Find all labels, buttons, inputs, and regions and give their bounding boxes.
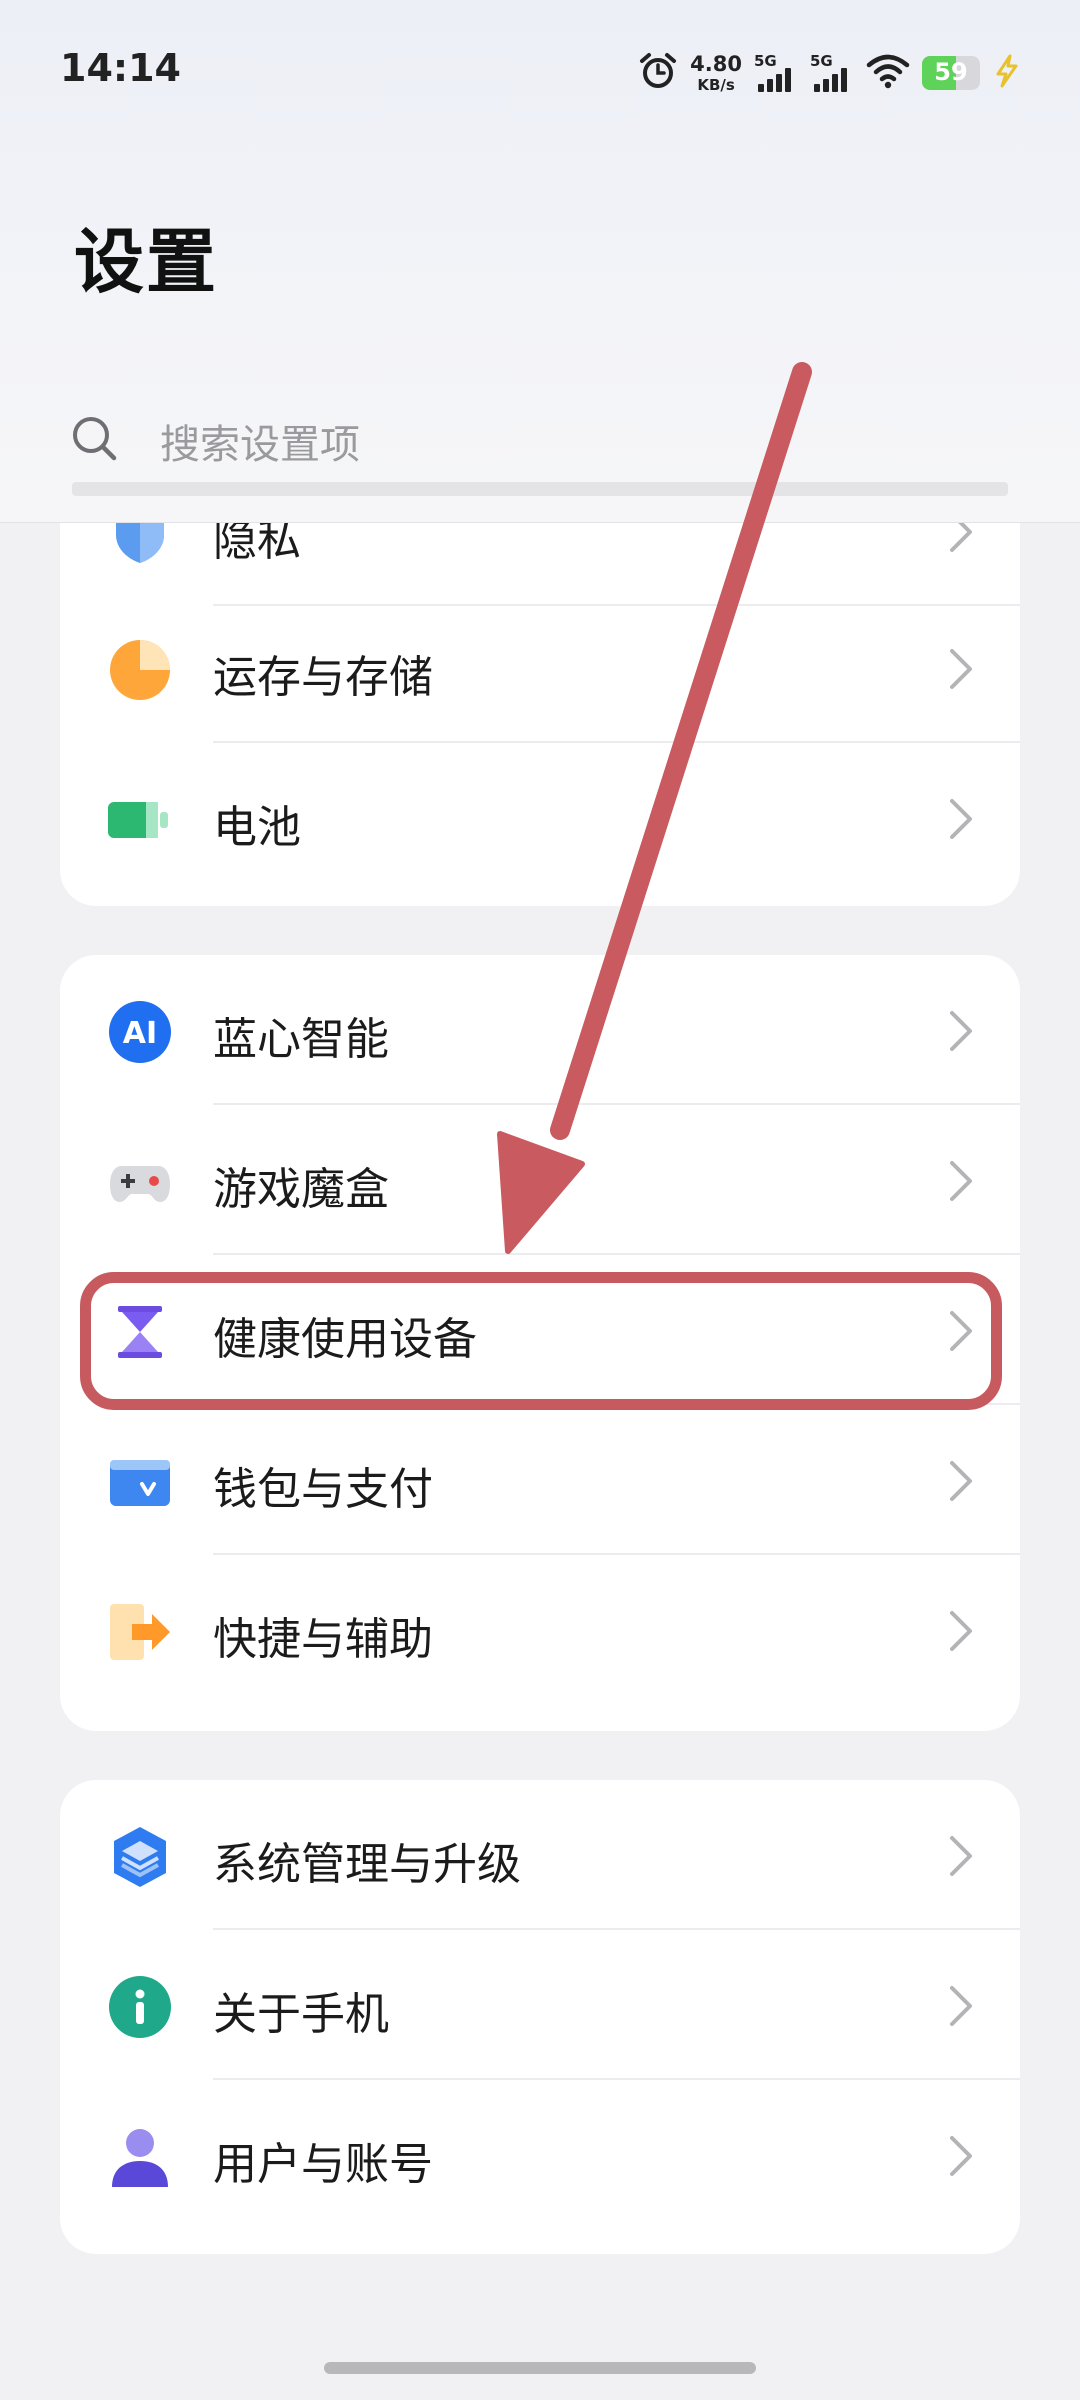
search-underline [72, 482, 1008, 496]
network-speed: 4.80 KB/s [690, 51, 742, 94]
user-icon [108, 2125, 172, 2189]
home-indicator[interactable] [324, 2362, 756, 2374]
status-icons: 4.80 KB/s 5G 5G 59 [638, 50, 1022, 96]
chevron-right-icon [950, 1011, 972, 1051]
highlight-box [80, 1272, 1002, 1410]
search-bar[interactable]: 搜索设置项 [70, 396, 1010, 486]
settings-item-label: 用户与账号 [213, 2139, 433, 2190]
settings-item-label: 快捷与辅助 [213, 1614, 433, 1665]
settings-item-label: 蓝心智能 [213, 1014, 389, 1065]
battery-icon: 59 [922, 56, 980, 90]
status-bar: 14:14 4.80 KB/s 5G 5G 59 [0, 0, 1080, 140]
ai-icon: AI [108, 1000, 172, 1064]
wallet-icon [108, 1450, 172, 1514]
settings-item-label: 电池 [213, 802, 301, 853]
storage-pie-icon [108, 638, 172, 702]
settings-item-game-box[interactable]: 游戏魔盒 [60, 1105, 1020, 1255]
signal-1-icon: 5G [754, 52, 798, 94]
settings-item-wallet-payment[interactable]: 钱包与支付 [60, 1405, 1020, 1555]
settings-item-blue-heart-ai[interactable]: AI 蓝心智能 [60, 955, 1020, 1105]
chevron-right-icon [950, 2136, 972, 2176]
settings-item-about-phone[interactable]: 关于手机 [60, 1930, 1020, 2080]
charging-icon [992, 54, 1022, 92]
shortcut-arrow-icon [108, 1600, 172, 1664]
chevron-right-icon [950, 1836, 972, 1876]
settings-item-memory-storage[interactable]: 运存与存储 [60, 593, 1020, 743]
ai-icon-text: AI [123, 1016, 157, 1051]
settings-item-user-account[interactable]: 用户与账号 [60, 2080, 1020, 2230]
signal-2-icon: 5G [810, 52, 854, 94]
battery-setting-icon [108, 788, 172, 852]
info-icon [108, 1975, 172, 2039]
gamepad-icon [108, 1150, 172, 1214]
settings-item-label: 关于手机 [213, 1989, 389, 2040]
page-title: 设置 [74, 221, 218, 303]
search-icon [70, 414, 120, 468]
settings-item-label: 钱包与支付 [213, 1464, 433, 1515]
chevron-right-icon [950, 1611, 972, 1651]
network-speed-unit: KB/s [697, 75, 735, 94]
search-input[interactable]: 搜索设置项 [160, 412, 360, 470]
settings-item-label: 系统管理与升级 [213, 1839, 521, 1890]
chevron-right-icon [950, 1986, 972, 2026]
status-time: 14:14 [60, 46, 181, 90]
chevron-right-icon [950, 649, 972, 689]
battery-level: 59 [934, 58, 968, 86]
chevron-right-icon [950, 799, 972, 839]
chevron-right-icon [950, 1461, 972, 1501]
settings-item-label: 游戏魔盒 [213, 1164, 389, 1215]
settings-item-shortcuts-accessibility[interactable]: 快捷与辅助 [60, 1555, 1020, 1705]
header: 14:14 4.80 KB/s 5G 5G 59 设置 搜索设置项 [0, 0, 1080, 523]
alarm-icon [638, 51, 678, 95]
system-layers-icon [108, 1825, 172, 1889]
settings-item-label: 运存与存储 [213, 652, 433, 703]
chevron-right-icon [950, 1161, 972, 1201]
settings-item-battery[interactable]: 电池 [60, 743, 1020, 893]
network-speed-value: 4.80 [690, 51, 742, 76]
settings-item-system-update[interactable]: 系统管理与升级 [60, 1780, 1020, 1930]
settings-card-3: 系统管理与升级 关于手机 用户与账号 [60, 1780, 1020, 2254]
wifi-icon [866, 53, 910, 93]
